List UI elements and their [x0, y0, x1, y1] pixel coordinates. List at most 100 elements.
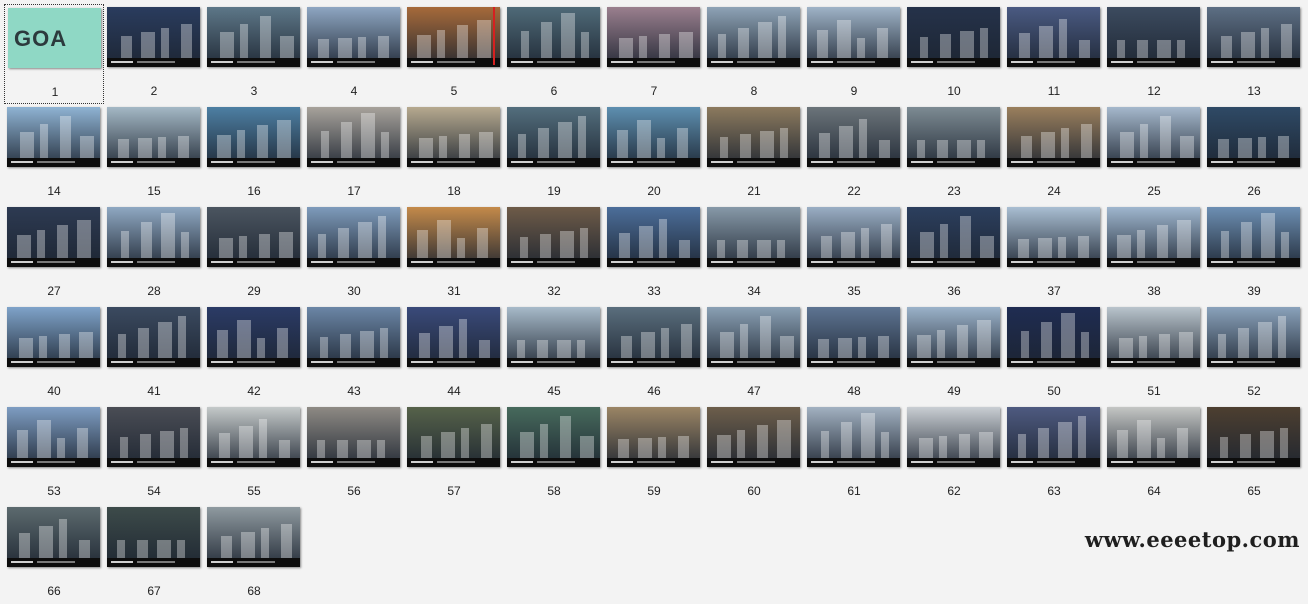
- slide-thumbnail[interactable]: 64: [1104, 404, 1204, 504]
- slide-thumbnail[interactable]: 55: [204, 404, 304, 504]
- slide-number: 38: [1147, 284, 1161, 298]
- slide-thumbnail[interactable]: 37: [1004, 204, 1104, 304]
- slide-thumbnail[interactable]: 43: [304, 304, 404, 404]
- slide-thumbnail[interactable]: 45: [504, 304, 604, 404]
- slide-thumbnail[interactable]: 34: [704, 204, 804, 304]
- slide-thumbnail[interactable]: 41: [104, 304, 204, 404]
- slide-thumbnail[interactable]: 18: [404, 104, 504, 204]
- slide-thumbnail[interactable]: 32: [504, 204, 604, 304]
- slide-thumbnail[interactable]: 59: [604, 404, 704, 504]
- slide-thumbnail[interactable]: 56: [304, 404, 404, 504]
- slide-thumbnail[interactable]: 16: [204, 104, 304, 204]
- slide-thumbnail[interactable]: 38: [1104, 204, 1204, 304]
- slide-thumbnail[interactable]: 22: [804, 104, 904, 204]
- slide-thumbnail[interactable]: 10: [904, 4, 1004, 104]
- slide-thumbnail[interactable]: 53: [4, 404, 104, 504]
- building-shape: [618, 439, 629, 458]
- building-shape: [1140, 124, 1148, 158]
- slide-thumbnail[interactable]: 46: [604, 304, 704, 404]
- building-shape: [321, 131, 329, 158]
- building-shape: [138, 328, 149, 358]
- slide-thumbnail[interactable]: 62: [904, 404, 1004, 504]
- slide-thumbnail[interactable]: 40: [4, 304, 104, 404]
- slide-caption-strip: [607, 358, 700, 367]
- slide-thumbnail[interactable]: 9: [804, 4, 904, 104]
- building-shape: [178, 316, 186, 358]
- building-shape: [957, 140, 971, 158]
- slide-thumbnail[interactable]: 25: [1104, 104, 1204, 204]
- slide-thumbnail[interactable]: 39: [1204, 204, 1304, 304]
- slide-thumbnail[interactable]: 54: [104, 404, 204, 504]
- slide-thumbnail[interactable]: 63: [1004, 404, 1104, 504]
- slide-thumbnail[interactable]: 49: [904, 304, 1004, 404]
- slide-preview-image: [1007, 7, 1100, 67]
- slide-thumbnail[interactable]: 20: [604, 104, 704, 204]
- slide-thumbnail[interactable]: 61: [804, 404, 904, 504]
- slide-thumbnail[interactable]: 48: [804, 304, 904, 404]
- slide-thumbnail[interactable]: 65: [1204, 404, 1304, 504]
- slide-thumbnail[interactable]: 57: [404, 404, 504, 504]
- slide-thumbnail[interactable]: 5: [404, 4, 504, 104]
- building-shape: [138, 138, 152, 158]
- slide-thumbnail[interactable]: 13: [1204, 4, 1304, 104]
- slide-thumbnail[interactable]: 21: [704, 104, 804, 204]
- building-shape: [1177, 220, 1191, 258]
- slide-thumbnail[interactable]: 24: [1004, 104, 1104, 204]
- building-shape: [479, 132, 493, 158]
- slide-thumbnail[interactable]: 51: [1104, 304, 1204, 404]
- building-shape: [858, 337, 866, 358]
- building-shape: [520, 237, 528, 258]
- slide-thumbnail[interactable]: 52: [1204, 304, 1304, 404]
- slide-thumbnail[interactable]: 7: [604, 4, 704, 104]
- building-shape: [1281, 232, 1289, 258]
- slide-thumbnail[interactable]: 11: [1004, 4, 1104, 104]
- building-shape: [220, 32, 234, 58]
- slide-thumbnail[interactable]: 23: [904, 104, 1004, 204]
- slide-thumbnail[interactable]: 4: [304, 4, 404, 104]
- slide-thumbnail[interactable]: 47: [704, 304, 804, 404]
- slide-thumbnail[interactable]: 44: [404, 304, 504, 404]
- slide-caption-strip: [407, 58, 500, 67]
- slide-thumbnail[interactable]: 68: [204, 504, 304, 604]
- slide-thumbnail[interactable]: 15: [104, 104, 204, 204]
- slide-thumbnail[interactable]: 36: [904, 204, 1004, 304]
- slide-thumbnail[interactable]: 29: [204, 204, 304, 304]
- building-shape: [1157, 438, 1165, 458]
- slide-caption-strip: [207, 358, 300, 367]
- building-shape: [681, 324, 692, 358]
- slide-thumbnail[interactable]: 3: [204, 4, 304, 104]
- slide-thumbnail[interactable]: 42: [204, 304, 304, 404]
- slide-thumbnail[interactable]: 6: [504, 4, 604, 104]
- slide-number: 17: [347, 184, 361, 198]
- slide-thumbnail[interactable]: 33: [604, 204, 704, 304]
- slide-thumbnail[interactable]: 30: [304, 204, 404, 304]
- building-shape: [977, 320, 991, 358]
- slide-thumbnail[interactable]: 12: [1104, 4, 1204, 104]
- slide-thumbnail[interactable]: 19: [504, 104, 604, 204]
- building-shape: [1258, 322, 1272, 358]
- slide-thumbnail[interactable]: 35: [804, 204, 904, 304]
- slide-thumbnail[interactable]: 28: [104, 204, 204, 304]
- building-shape: [158, 322, 172, 358]
- slide-thumbnail[interactable]: 67: [104, 504, 204, 604]
- slide-caption-strip: [507, 158, 600, 167]
- slide-thumbnail[interactable]: 8: [704, 4, 804, 104]
- building-shape: [621, 336, 632, 358]
- slide-thumbnail[interactable]: 31: [404, 204, 504, 304]
- slide-thumbnail[interactable]: 17: [304, 104, 404, 204]
- building-shape: [819, 133, 830, 158]
- slide-thumbnail[interactable]: 26: [1204, 104, 1304, 204]
- slide-thumbnail[interactable]: 58: [504, 404, 604, 504]
- slide-thumbnail[interactable]: 2: [104, 4, 204, 104]
- slide-preview-image: [207, 207, 300, 267]
- slide-preview-image: [707, 107, 800, 167]
- building-shape: [79, 540, 90, 558]
- building-shape: [20, 132, 34, 158]
- slide-thumbnail[interactable]: 66: [4, 504, 104, 604]
- slide-thumbnail[interactable]: 27: [4, 204, 104, 304]
- slide-caption-strip: [507, 458, 600, 467]
- slide-thumbnail[interactable]: GOA 1: [4, 4, 104, 104]
- slide-thumbnail[interactable]: 50: [1004, 304, 1104, 404]
- slide-thumbnail[interactable]: 60: [704, 404, 804, 504]
- slide-thumbnail[interactable]: 14: [4, 104, 104, 204]
